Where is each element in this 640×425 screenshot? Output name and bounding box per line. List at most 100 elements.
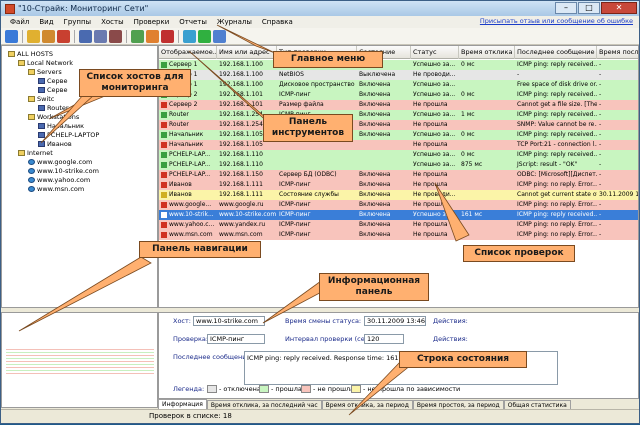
tree-item[interactable]: www.10-strike.com	[28, 167, 99, 175]
table-row[interactable]: Router192.168.1.254SNMPВключенаНе прошла…	[159, 120, 638, 130]
delete-host-icon[interactable]	[109, 29, 122, 43]
table-cell	[459, 120, 515, 130]
tab-downtime-period[interactable]: Время простоя, за период	[412, 400, 504, 409]
table-cell	[357, 160, 411, 170]
tab-response-period[interactable]: Время отклика, за период	[321, 400, 413, 409]
menu-view[interactable]: Вид	[34, 18, 58, 26]
tree-item[interactable]: www.yahoo.com	[28, 176, 90, 184]
cell-text: 0 мс	[461, 131, 475, 138]
tree-item[interactable]: Switc	[28, 95, 54, 103]
table-row[interactable]: PCHELP-LAP... 192.168.1.110 Успешно за... 0…	[159, 150, 638, 160]
table-cell: www.yandex.ru	[217, 220, 277, 230]
start-monitoring-icon[interactable]	[198, 29, 211, 43]
table-cell: www.yahoo.c...	[159, 220, 217, 230]
cell-text: Успешно за...	[413, 211, 456, 218]
table-row[interactable]: Начальник192.168.1.105ICMP-пингВключенаУ…	[159, 130, 638, 140]
menu-logs[interactable]: Журналы	[212, 18, 257, 26]
delete-group-icon[interactable]	[57, 29, 70, 43]
table-row[interactable]: Начальник 192.168.1.105 Не прошла TCP Port:…	[159, 140, 638, 150]
table-row[interactable]: Router192.168.1.254ICMP-пингВключенаУспе…	[159, 110, 638, 120]
table-row[interactable]: PCHELP-LAP... 192.168.1.110 Успешно за... 8…	[159, 160, 638, 170]
status-text: Проверок в списке: 18	[149, 412, 232, 420]
cell-text: ICMP-пинг	[279, 211, 311, 218]
table-cell	[277, 160, 357, 170]
menu-file[interactable]: Файл	[5, 18, 34, 26]
menu-help[interactable]: Справка	[257, 18, 298, 26]
tree-item[interactable]: ALL HOSTS	[8, 50, 53, 58]
table-cell: Включена	[357, 180, 411, 190]
close-button[interactable]: ✕	[601, 2, 637, 14]
add-check-icon[interactable]	[131, 29, 144, 43]
tree-item[interactable]: Workstations	[28, 113, 79, 121]
cell-text: -	[599, 231, 602, 238]
table-row[interactable]: www.yahoo.c... www.yandex.ru ICMP-пинг Вклю…	[159, 220, 638, 230]
menu-hosts[interactable]: Хосты	[96, 18, 129, 26]
cell-text: ODBC: [Microsoft][Диспет...	[517, 171, 597, 178]
menu-reports[interactable]: Отчеты	[174, 18, 212, 26]
table-row[interactable]: Сервер 1192.168.1.100Дисковое пространст…	[159, 80, 638, 90]
add-host-icon[interactable]	[79, 29, 92, 43]
tab-info[interactable]: Информация	[158, 399, 207, 409]
edit-host-icon[interactable]	[94, 29, 107, 43]
table-row[interactable]: Сервер 1 192.168.1.100 Успешно за... 0 мс IC…	[159, 60, 638, 70]
cell-text: ICMP ping: reply received...	[517, 131, 597, 138]
run-check-icon[interactable]	[183, 29, 196, 43]
settings-icon[interactable]	[213, 29, 226, 43]
table-row[interactable]: www.google... www.google.ru ICMP-пинг Включ…	[159, 200, 638, 210]
table-row[interactable]: www.10-strik... www.10-strike.com ICMP-пин…	[159, 210, 638, 220]
feedback-link[interactable]: Присыпать отзыв или сообщение об ошибке	[480, 17, 633, 25]
minimize-button[interactable]: –	[555, 2, 577, 14]
column-header[interactable]: Время отклика	[459, 46, 515, 59]
table-cell: -	[597, 140, 638, 150]
column-header[interactable]: Последнее сообщение	[515, 46, 597, 59]
cell-text: -	[599, 81, 602, 88]
edit-group-icon[interactable]	[42, 29, 55, 43]
cell-text: 0 мс	[461, 61, 475, 68]
table-row[interactable]: PCHELP-LAP... 192.168.1.150 Сервер БД (ODB…	[159, 170, 638, 180]
table-cell: ICMP-пинг	[277, 90, 357, 100]
tree-item[interactable]: Local Network	[18, 59, 73, 67]
table-row[interactable]: Иванов 192.168.1.111 Состояние службы Включ…	[159, 190, 638, 200]
tree-item[interactable]: PCHELP-LAPTOP	[38, 131, 99, 139]
tree-item[interactable]: www.google.com	[28, 158, 92, 166]
menu-checks[interactable]: Проверки	[129, 18, 175, 26]
table-row[interactable]: www.msn.com www.msn.com ICMP-пинг Включена Н…	[159, 230, 638, 240]
cell-text: -	[599, 111, 602, 118]
menu-groups[interactable]: Группы	[59, 18, 97, 26]
tree-item[interactable]: www.msn.com	[28, 185, 84, 193]
cell-text: Сервер 1	[169, 61, 198, 68]
table-cell: Не прошла	[411, 180, 459, 190]
refresh-icon[interactable]	[5, 29, 18, 43]
edit-check-icon[interactable]	[146, 29, 159, 43]
status-icon	[161, 131, 167, 138]
tree-item[interactable]: Servers	[28, 68, 62, 76]
tree-item[interactable]: Router	[38, 104, 69, 112]
table-cell: Не прошла	[411, 170, 459, 180]
column-header[interactable]: Статус	[411, 46, 459, 59]
maximize-button[interactable]: □	[578, 2, 600, 14]
table-cell	[459, 80, 515, 90]
table-row[interactable]: Сервер 2192.168.1.101ICMP-пингВключенаУс…	[159, 90, 638, 100]
tree-item[interactable]: Серве	[38, 77, 68, 85]
table-row[interactable]: Сервер 2 192.168.1.101 Размер файла Включен…	[159, 100, 638, 110]
table-cell	[459, 170, 515, 180]
add-group-icon[interactable]	[27, 29, 40, 43]
tab-response-hour[interactable]: Время отклика, за последний час	[206, 400, 322, 409]
column-header[interactable]: Отображаемое...	[159, 46, 217, 59]
column-header[interactable]: Имя или адрес	[217, 46, 277, 59]
table-cell	[357, 150, 411, 160]
table-row[interactable]: Иванов 192.168.1.111 ICMP-пинг Включена Не п…	[159, 180, 638, 190]
table-cell: ICMP ping: reply received...	[515, 210, 597, 220]
table-cell	[459, 180, 515, 190]
delete-check-icon[interactable]	[161, 29, 174, 43]
tree-item[interactable]: Начальник	[38, 122, 84, 130]
column-header[interactable]: Время послед...	[597, 46, 638, 59]
tree-item[interactable]: Иванов	[38, 140, 72, 148]
table-row[interactable]: Сервер 1192.168.1.100NetBIOSВыключенаНе …	[159, 70, 638, 80]
tree-item[interactable]: Серве	[38, 86, 68, 94]
cell-text: 192.168.1.101	[219, 101, 263, 108]
tab-statistics[interactable]: Общая статистика	[503, 400, 571, 409]
tree-item[interactable]: Internet	[18, 149, 53, 157]
cell-text: Успешно за...	[413, 81, 456, 88]
callout-main-menu: Главное меню	[273, 51, 383, 68]
